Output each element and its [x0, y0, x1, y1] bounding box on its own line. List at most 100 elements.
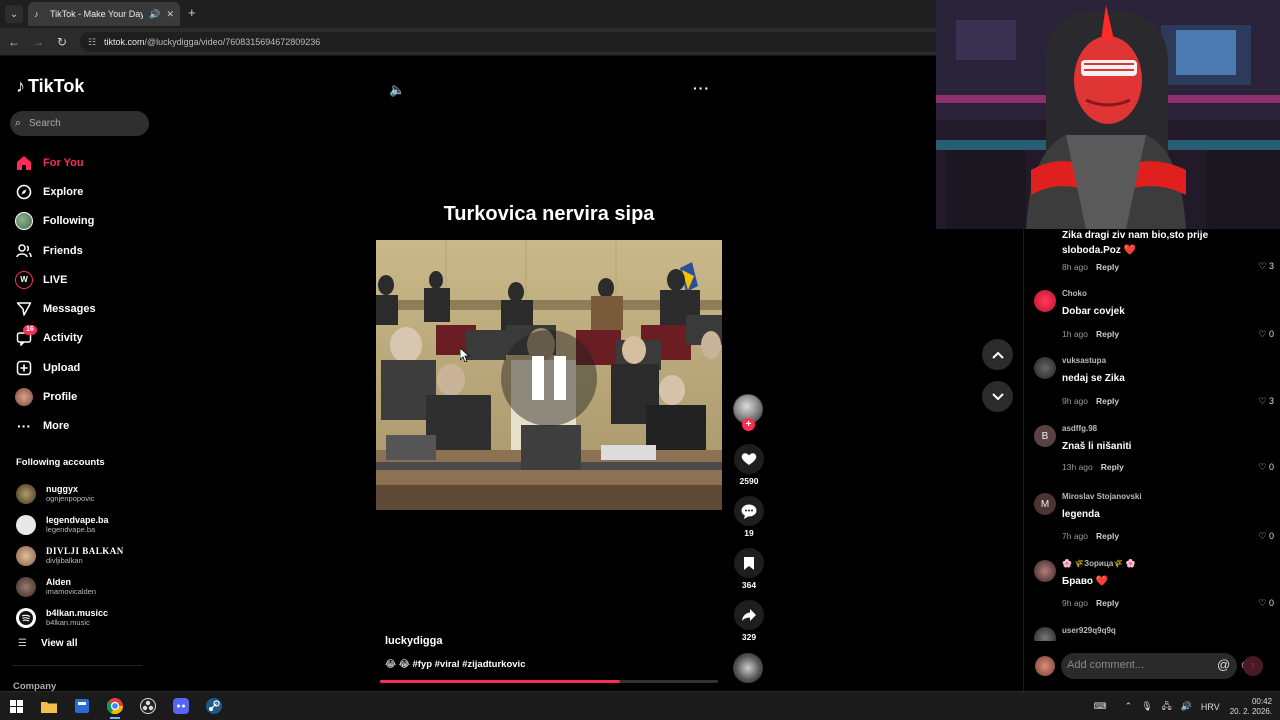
sidebar-item-for-you[interactable]: For You	[14, 148, 154, 177]
send-comment-button[interactable]: ↑	[1243, 656, 1263, 676]
video-caption: 😂 😂 #fyp #viral #zijadturkovic	[385, 659, 526, 670]
comment-like-button[interactable]: ♡ 0	[1258, 531, 1274, 542]
sidebar-item-profile[interactable]: Profile	[14, 382, 154, 411]
pause-button[interactable]	[501, 330, 597, 426]
view-all-button[interactable]: ☰ View all	[18, 638, 77, 649]
comment-username[interactable]: Miroslav Stojanovski	[1062, 492, 1142, 501]
comment-like-button[interactable]: ♡ 3	[1258, 261, 1274, 272]
mention-icon[interactable]: @	[1217, 657, 1230, 672]
microphone-icon[interactable]: 🎙	[1141, 701, 1152, 712]
windows-start-icon[interactable]	[7, 697, 25, 715]
network-icon[interactable]: 🖧	[1162, 699, 1172, 715]
steam-icon[interactable]	[205, 697, 223, 715]
sidebar-item-following[interactable]: Following	[14, 207, 154, 236]
comment-username[interactable]: user929q9q9q	[1062, 627, 1116, 635]
browser-tab[interactable]: ♪ TikTok - Make Your Day 🔊 ✕	[28, 2, 180, 26]
tiktok-logo[interactable]: ♪ TikTok	[16, 76, 84, 97]
following-account[interactable]: legendvape.ba legendvape.ba	[16, 509, 156, 540]
sidebar-item-label: Friends	[43, 244, 83, 257]
new-tab-button[interactable]: +	[188, 5, 196, 20]
sidebar-item-messages[interactable]: Messages	[14, 294, 154, 323]
sidebar-item-live[interactable]: W LIVE	[14, 265, 154, 294]
avatar[interactable]	[1034, 627, 1056, 641]
reply-button[interactable]: Reply	[1101, 462, 1124, 472]
bookmark-icon[interactable]	[734, 548, 764, 578]
heart-icon[interactable]	[734, 444, 764, 474]
obs-icon[interactable]	[139, 697, 157, 715]
comment-action[interactable]: 19	[733, 496, 765, 541]
reply-button[interactable]: Reply	[1096, 262, 1119, 272]
avatar[interactable]	[1034, 290, 1056, 312]
url-field[interactable]: ☷ tiktok.com/@luckydigga/video/760831569…	[80, 32, 950, 52]
home-icon	[14, 153, 34, 173]
reload-icon[interactable]: ↻	[54, 34, 70, 50]
like-action[interactable]: 2590	[733, 444, 765, 489]
logo-text: TikTok	[28, 76, 85, 96]
comment-username[interactable]: asdffg.98	[1062, 424, 1097, 433]
tab-close-icon[interactable]: ✕	[166, 9, 174, 20]
site-info-icon[interactable]: ☷	[88, 32, 96, 52]
reply-button[interactable]: Reply	[1096, 396, 1119, 406]
sidebar-item-more[interactable]: ··· More	[14, 412, 154, 441]
video-author[interactable]: luckydigga	[385, 635, 442, 647]
reply-button[interactable]: Reply	[1096, 531, 1119, 541]
clock[interactable]: 00:42 20. 2. 2026.	[1230, 697, 1272, 717]
reply-button[interactable]: Reply	[1096, 329, 1119, 339]
tray-expand-icon[interactable]: ⌃	[1125, 701, 1133, 712]
share-arrow-icon[interactable]	[734, 600, 764, 630]
avatar[interactable]	[1034, 357, 1056, 379]
video-more-options-icon[interactable]: ···	[693, 80, 710, 96]
comment-like-button[interactable]: ♡ 0	[1258, 329, 1274, 340]
avatar[interactable]: M	[1034, 493, 1056, 515]
next-video-button[interactable]	[982, 381, 1013, 412]
file-explorer-icon[interactable]	[40, 697, 58, 715]
discord-icon[interactable]	[172, 697, 190, 715]
video-progress-bar[interactable]	[380, 680, 718, 683]
back-icon[interactable]: ←	[6, 34, 22, 50]
sidebar-item-friends[interactable]: Friends	[14, 236, 154, 265]
following-account[interactable]: nuggyx ognjenpopovic	[16, 478, 156, 509]
language-indicator[interactable]: HRV	[1201, 702, 1220, 712]
sidebar-item-label: Activity	[43, 332, 83, 345]
sidebar-item-label: Explore	[43, 185, 84, 198]
comment-like-button[interactable]: ♡ 0	[1258, 462, 1274, 473]
search-input[interactable]	[29, 118, 139, 129]
author-avatar[interactable]: +	[733, 394, 763, 431]
tab-audio-icon[interactable]: 🔊	[149, 9, 160, 20]
speaker-icon[interactable]: 🔊	[1181, 701, 1192, 712]
video-player[interactable]	[376, 240, 722, 510]
comment-bubble-icon[interactable]	[734, 496, 764, 526]
sidebar-item-upload[interactable]: Upload	[14, 353, 154, 382]
following-account[interactable]: b4lkan.musicc b4lkan.music	[16, 602, 156, 633]
reply-button[interactable]: Reply	[1096, 598, 1119, 608]
search-box[interactable]: ⌕	[10, 111, 149, 136]
comment-username[interactable]: vuksastupa	[1062, 356, 1106, 365]
comment-time: 9h ago	[1062, 598, 1088, 608]
comment-username[interactable]: 🌸 🌾Зорица🌾 🌸	[1062, 559, 1135, 568]
keyboard-icon[interactable]: ⌨	[1094, 701, 1107, 712]
comment-like-button[interactable]: ♡ 3	[1258, 396, 1274, 407]
avatar[interactable]	[1034, 560, 1056, 582]
chrome-icon[interactable]	[106, 697, 124, 719]
share-action[interactable]: 329	[733, 600, 765, 645]
music-disc-icon[interactable]	[733, 653, 763, 683]
comment-like-button[interactable]: ♡ 0	[1258, 598, 1274, 609]
calculator-app-icon[interactable]	[73, 697, 91, 715]
save-action[interactable]: 364	[733, 548, 765, 593]
comment-input[interactable]	[1067, 659, 1187, 671]
tab-search-button[interactable]: ⌄	[5, 5, 23, 23]
webcam-image	[936, 0, 1280, 229]
comment-username[interactable]: Choko	[1062, 289, 1087, 298]
following-account[interactable]: Alden imamovicalden	[16, 571, 156, 602]
forward-icon[interactable]: →	[30, 34, 46, 50]
follow-plus-icon[interactable]: +	[742, 418, 755, 431]
sidebar-item-activity[interactable]: 16 Activity	[14, 324, 154, 353]
avatar[interactable]: B	[1034, 425, 1056, 447]
sidebar-item-explore[interactable]: Explore	[14, 177, 154, 206]
previous-video-button[interactable]	[982, 339, 1013, 370]
comment-meta: 1h ago Reply	[1062, 329, 1119, 339]
comment-like-count: 0	[1268, 531, 1274, 541]
comment-input-box[interactable]: @ ☺	[1061, 653, 1252, 679]
following-account[interactable]: DIVLJI BALKAN divljibalkan	[16, 540, 156, 571]
volume-icon[interactable]: 🔈	[389, 82, 405, 98]
